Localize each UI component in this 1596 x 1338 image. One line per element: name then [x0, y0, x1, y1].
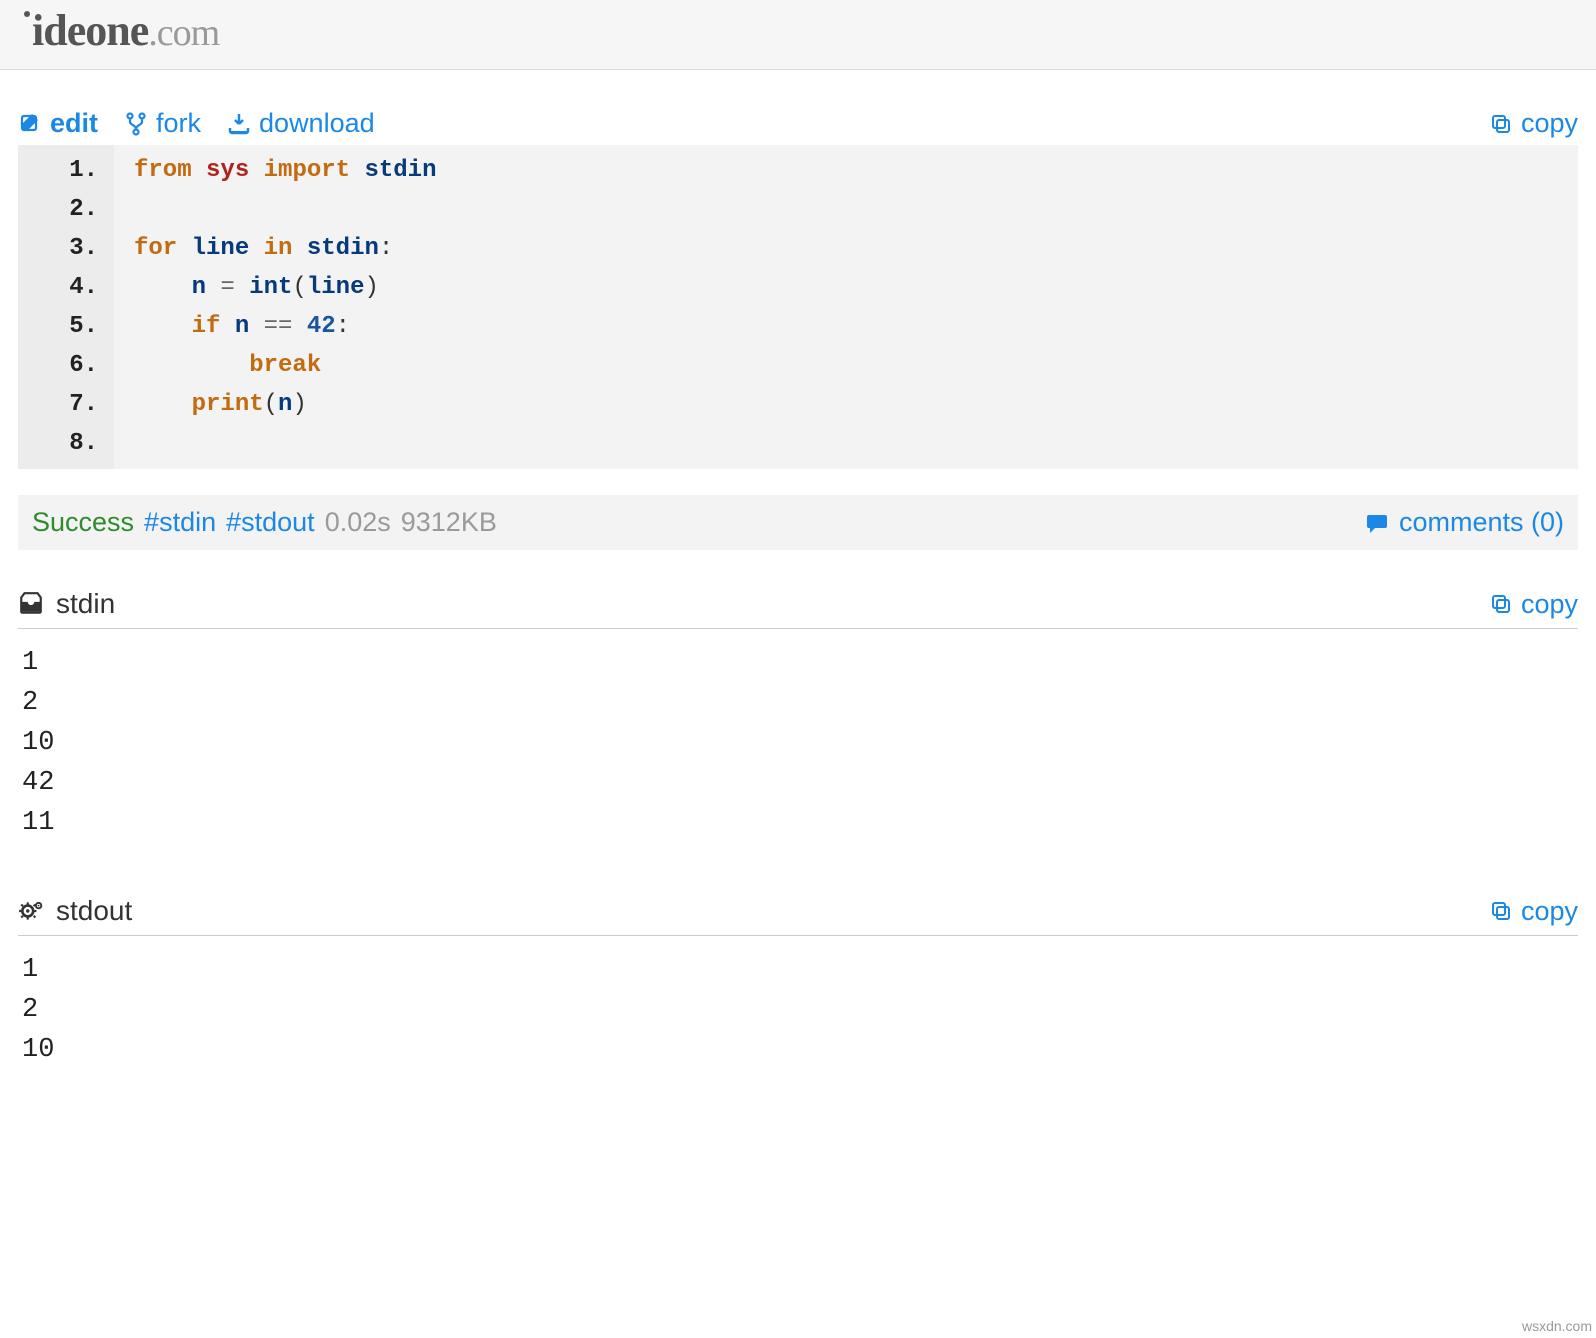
line-number: 5. — [18, 307, 104, 346]
status-time: 0.02s — [325, 507, 391, 538]
edit-icon — [18, 112, 42, 136]
copy-label: copy — [1521, 108, 1578, 139]
stdin-header: stdin copy — [18, 588, 1578, 629]
status-success: Success — [32, 507, 134, 538]
fork-icon — [124, 112, 148, 136]
logo-dot-icon — [24, 11, 30, 17]
fork-label: fork — [156, 108, 201, 139]
code-line: if n == 42: — [134, 307, 436, 346]
toolbar-left: edit fork download — [18, 108, 375, 139]
toolbar-right: copy — [1489, 108, 1578, 139]
edit-button[interactable]: edit — [18, 108, 98, 139]
copy-stdin-button[interactable]: copy — [1489, 589, 1578, 620]
code-block: 1.2.3.4.5.6.7.8. from sys import stdin f… — [18, 145, 1578, 469]
code-toolbar: edit fork download copy — [18, 108, 1578, 139]
line-number: 2. — [18, 190, 104, 229]
copy-code-button[interactable]: copy — [1489, 108, 1578, 139]
code-content[interactable]: from sys import stdin for line in stdin:… — [114, 145, 436, 469]
stdin-section: stdin copy 1 2 10 42 11 — [18, 588, 1578, 857]
comments-button[interactable]: comments (0) — [1365, 507, 1564, 538]
line-number: 3. — [18, 229, 104, 268]
status-bar: Success #stdin #stdout 0.02s 9312KB comm… — [18, 495, 1578, 550]
line-number-gutter: 1.2.3.4.5.6.7.8. — [18, 145, 114, 469]
stdin-title: stdin — [56, 588, 115, 620]
logo-suffix: .com — [148, 11, 219, 55]
copy-icon — [1489, 592, 1513, 616]
copy-stdout-button[interactable]: copy — [1489, 896, 1578, 927]
main-content: edit fork download copy — [0, 70, 1596, 1084]
copy-label: copy — [1521, 896, 1578, 927]
comment-icon — [1365, 511, 1389, 535]
stdout-content: 1 2 10 — [18, 936, 1578, 1084]
copy-label: copy — [1521, 589, 1578, 620]
watermark: wsxdn.com — [1522, 1318, 1592, 1334]
line-number: 6. — [18, 346, 104, 385]
code-line — [134, 424, 436, 463]
inbox-icon — [18, 591, 44, 617]
copy-icon — [1489, 112, 1513, 136]
stdout-header: stdout copy — [18, 895, 1578, 936]
stdin-content: 1 2 10 42 11 — [18, 629, 1578, 857]
site-logo[interactable]: ideone .com — [22, 5, 219, 65]
stdout-section: stdout copy 1 2 10 — [18, 895, 1578, 1084]
code-line: n = int(line) — [134, 268, 436, 307]
line-number: 7. — [18, 385, 104, 424]
logo-main: ideone — [32, 5, 148, 56]
topbar: ideone .com — [0, 0, 1596, 70]
code-line: for line in stdin: — [134, 229, 436, 268]
download-label: download — [259, 108, 375, 139]
code-line: print(n) — [134, 385, 436, 424]
status-memory: 9312KB — [401, 507, 497, 538]
stdin-link[interactable]: #stdin — [144, 507, 216, 538]
code-line: from sys import stdin — [134, 151, 436, 190]
fork-button[interactable]: fork — [124, 108, 201, 139]
line-number: 8. — [18, 424, 104, 463]
download-icon — [227, 112, 251, 136]
edit-label: edit — [50, 108, 98, 139]
stdout-title: stdout — [56, 895, 132, 927]
copy-icon — [1489, 899, 1513, 923]
line-number: 4. — [18, 268, 104, 307]
stdout-link[interactable]: #stdout — [226, 507, 315, 538]
gears-icon — [18, 898, 44, 924]
code-line — [134, 190, 436, 229]
code-line: break — [134, 346, 436, 385]
download-button[interactable]: download — [227, 108, 375, 139]
comments-label: comments (0) — [1399, 507, 1564, 538]
line-number: 1. — [18, 151, 104, 190]
